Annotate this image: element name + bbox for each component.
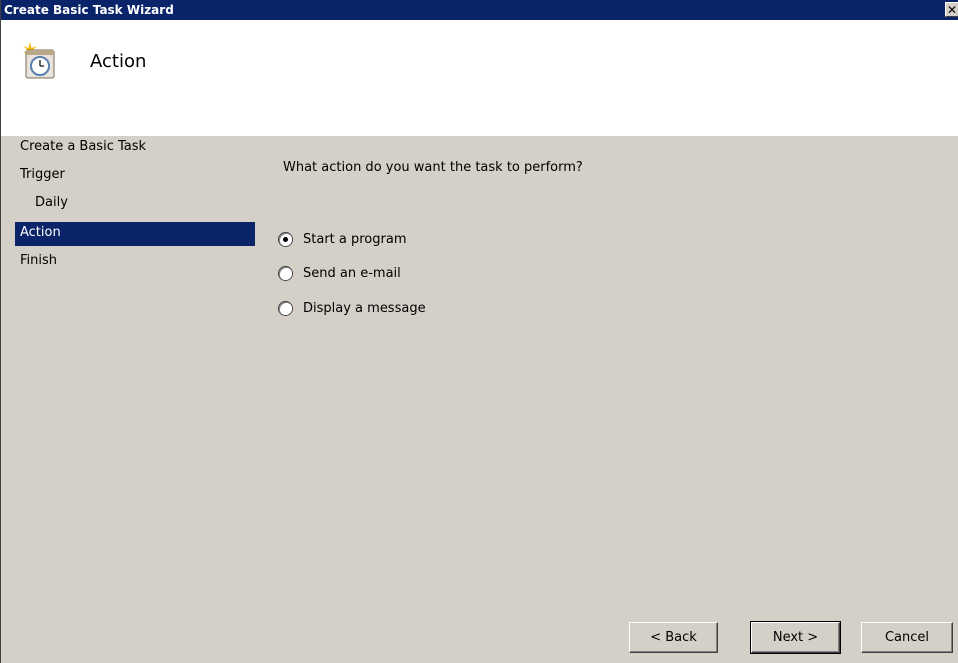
wizard-content: What action do you want the task to perf… (263, 136, 958, 663)
radio-button[interactable] (279, 266, 292, 280)
close-button[interactable]: ✕ (945, 2, 958, 17)
radio-label: Send an e-mail (303, 265, 401, 281)
window-title: Create Basic Task Wizard (4, 3, 174, 17)
nav-step-create-basic-task: Create a Basic Task (20, 139, 147, 154)
nav-step-action: Action (15, 222, 255, 246)
action-question: What action do you want the task to perf… (283, 160, 583, 175)
wizard-window: Create Basic Task Wizard ✕ Action Create… (0, 0, 958, 663)
cancel-button[interactable]: Cancel (861, 622, 953, 653)
radio-label: Display a message (303, 300, 426, 316)
task-clock-icon (23, 42, 55, 79)
nav-step-daily: Daily (35, 195, 68, 210)
radio-send-email[interactable]: Send an e-mail (279, 263, 401, 283)
radio-button-checked[interactable] (279, 232, 292, 246)
page-title: Action (90, 51, 147, 72)
nav-step-finish: Finish (20, 253, 58, 268)
nav-step-trigger: Trigger (20, 167, 65, 182)
radio-start-program[interactable]: Start a program (279, 229, 406, 249)
radio-button[interactable] (279, 301, 292, 315)
back-button[interactable]: < Back (629, 622, 718, 653)
wizard-header: Action (1, 20, 958, 136)
radio-label: Start a program (303, 231, 407, 247)
title-bar[interactable]: Create Basic Task Wizard ✕ (1, 0, 958, 20)
next-button[interactable]: Next > (750, 621, 841, 654)
radio-display-message[interactable]: Display a message (279, 298, 426, 318)
close-icon: ✕ (946, 3, 958, 17)
wizard-steps-nav: Create a Basic Task Trigger Daily Action… (1, 136, 255, 663)
